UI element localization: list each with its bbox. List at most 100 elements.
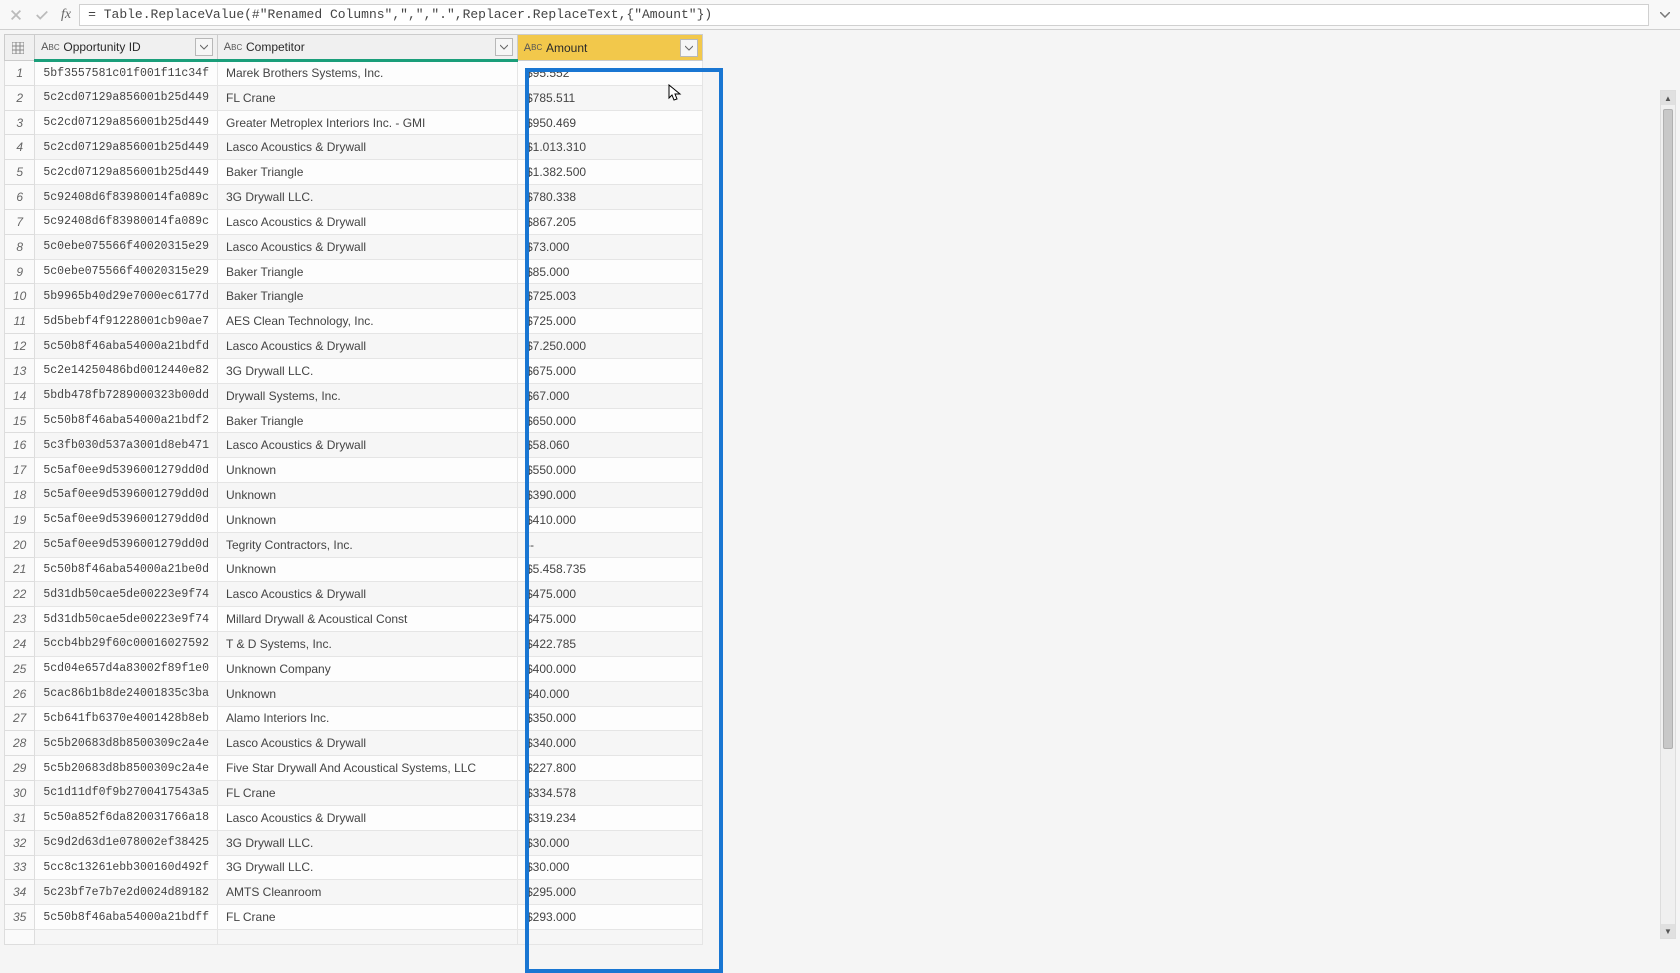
cell-opportunity-id[interactable]: 5d31db50cae5de00223e9f74 [35,582,218,607]
cell-amount[interactable]: $227.800 [518,756,703,781]
row-index[interactable]: 26 [5,681,35,706]
row-index[interactable]: 2 [5,85,35,110]
table-row[interactable]: 335cc8c13261ebb300160d492f3G Drywall LLC… [5,855,703,880]
table-row[interactable]: 15bf3557581c01f001f11c34fMarek Brothers … [5,61,703,86]
cell-competitor[interactable]: Baker Triangle [218,160,518,185]
row-index[interactable]: 20 [5,532,35,557]
cell-opportunity-id[interactable]: 5c5b20683d8b8500309c2a4e [35,756,218,781]
cell-competitor[interactable]: Unknown [218,507,518,532]
row-index[interactable]: 4 [5,135,35,160]
cell-amount[interactable]: $550.000 [518,458,703,483]
cell-competitor[interactable]: 3G Drywall LLC. [218,358,518,383]
table-row[interactable] [5,929,703,944]
cell-amount[interactable]: $675.000 [518,358,703,383]
cell-amount[interactable]: $5.458.735 [518,557,703,582]
cell-amount[interactable]: $293.000 [518,905,703,930]
cell-opportunity-id[interactable]: 5c2cd07129a856001b25d449 [35,85,218,110]
table-row[interactable]: 315c50a852f6da820031766a18Lasco Acoustic… [5,805,703,830]
cell-competitor[interactable]: Marek Brothers Systems, Inc. [218,61,518,86]
cell-opportunity-id[interactable]: 5c0ebe075566f40020315e29 [35,259,218,284]
row-index[interactable]: 10 [5,284,35,309]
cell-amount[interactable]: $400.000 [518,656,703,681]
cell-opportunity-id[interactable]: 5c2cd07129a856001b25d449 [35,135,218,160]
cell-opportunity-id[interactable]: 5cac86b1b8de24001835c3ba [35,681,218,706]
row-index[interactable]: 18 [5,483,35,508]
filter-dropdown-icon[interactable] [680,39,698,57]
cell-amount[interactable]: $1.382.500 [518,160,703,185]
cell-opportunity-id[interactable]: 5c9d2d63d1e078002ef38425 [35,830,218,855]
cell-amount[interactable]: $950.469 [518,110,703,135]
cell-opportunity-id[interactable]: 5c2e14250486bd0012440e82 [35,358,218,383]
cell-amount[interactable]: $410.000 [518,507,703,532]
cell-competitor[interactable]: FL Crane [218,85,518,110]
cell-competitor[interactable]: Alamo Interiors Inc. [218,706,518,731]
cell-opportunity-id[interactable]: 5c2cd07129a856001b25d449 [35,110,218,135]
row-index[interactable]: 16 [5,433,35,458]
cell-competitor[interactable]: Lasco Acoustics & Drywall [218,135,518,160]
cell-opportunity-id[interactable]: 5c5af0ee9d5396001279dd0d [35,532,218,557]
row-index[interactable]: 5 [5,160,35,185]
row-index[interactable]: 32 [5,830,35,855]
cell-amount[interactable]: $780.338 [518,185,703,210]
column-header-opportunity-id[interactable]: ABC Opportunity ID [35,35,218,61]
scroll-thumb[interactable] [1663,109,1673,749]
cell-competitor[interactable]: Five Star Drywall And Acoustical Systems… [218,756,518,781]
cell-opportunity-id[interactable]: 5c0ebe075566f40020315e29 [35,234,218,259]
cancel-formula-button[interactable] [5,4,27,26]
cell-amount[interactable]: $334.578 [518,781,703,806]
table-row[interactable]: 195c5af0ee9d5396001279dd0dUnknown$410.00… [5,507,703,532]
cell-amount[interactable]: $350.000 [518,706,703,731]
vertical-scrollbar[interactable]: ▲ ▼ [1660,90,1676,939]
table-row[interactable]: 105b9965b40d29e7000ec6177dBaker Triangle… [5,284,703,309]
cell-competitor[interactable]: Unknown [218,458,518,483]
row-index[interactable]: 9 [5,259,35,284]
row-index[interactable]: 12 [5,334,35,359]
row-index[interactable]: 28 [5,731,35,756]
cell-competitor[interactable]: Lasco Acoustics & Drywall [218,334,518,359]
row-index[interactable]: 35 [5,905,35,930]
table-row[interactable]: 25c2cd07129a856001b25d449FL Crane$785.51… [5,85,703,110]
cell-amount[interactable]: $85.000 [518,259,703,284]
cell-opportunity-id[interactable]: 5bf3557581c01f001f11c34f [35,61,218,86]
cell-competitor[interactable]: 3G Drywall LLC. [218,855,518,880]
cell-competitor[interactable]: AMTS Cleanroom [218,880,518,905]
table-row[interactable]: 235d31db50cae5de00223e9f74Millard Drywal… [5,607,703,632]
cell-amount[interactable]: $67.000 [518,383,703,408]
cell-amount[interactable]: $95.552 [518,61,703,86]
table-row[interactable]: 145bdb478fb7289000323b00ddDrywall System… [5,383,703,408]
cell-opportunity-id[interactable]: 5c92408d6f83980014fa089c [35,209,218,234]
cell-competitor[interactable]: Baker Triangle [218,408,518,433]
cell-competitor[interactable]: FL Crane [218,781,518,806]
table-row[interactable]: 45c2cd07129a856001b25d449Lasco Acoustics… [5,135,703,160]
cell-competitor[interactable]: Tegrity Contractors, Inc. [218,532,518,557]
row-index[interactable]: 14 [5,383,35,408]
row-index[interactable]: 29 [5,756,35,781]
cell-competitor[interactable]: Baker Triangle [218,284,518,309]
cell-amount[interactable] [518,929,703,944]
cell-opportunity-id[interactable]: 5c23bf7e7b7e2d0024d89182 [35,880,218,905]
cell-opportunity-id[interactable]: 5c50b8f46aba54000a21be0d [35,557,218,582]
table-row[interactable]: 165c3fb030d537a3001d8eb471Lasco Acoustic… [5,433,703,458]
row-index[interactable]: 27 [5,706,35,731]
table-row[interactable]: 185c5af0ee9d5396001279dd0dUnknown$390.00… [5,483,703,508]
cell-amount[interactable]: $390.000 [518,483,703,508]
cell-opportunity-id[interactable]: 5c50a852f6da820031766a18 [35,805,218,830]
cell-opportunity-id[interactable]: 5c1d11df0f9b2700417543a5 [35,781,218,806]
table-row[interactable]: 345c23bf7e7b7e2d0024d89182AMTS Cleanroom… [5,880,703,905]
cell-opportunity-id[interactable]: 5c3fb030d537a3001d8eb471 [35,433,218,458]
row-index[interactable]: 23 [5,607,35,632]
cell-amount[interactable]: $73.000 [518,234,703,259]
row-index[interactable]: 24 [5,632,35,657]
cell-competitor[interactable]: Lasco Acoustics & Drywall [218,805,518,830]
table-row[interactable]: 55c2cd07129a856001b25d449Baker Triangle$… [5,160,703,185]
cell-opportunity-id[interactable]: 5cd04e657d4a83002f89f1e0 [35,656,218,681]
cell-competitor[interactable]: Lasco Acoustics & Drywall [218,209,518,234]
cell-competitor[interactable]: Unknown [218,483,518,508]
cell-competitor[interactable] [218,929,518,944]
cell-opportunity-id[interactable]: 5c50b8f46aba54000a21bdff [35,905,218,930]
expand-formula-button[interactable] [1655,12,1675,18]
cell-amount[interactable]: $40.000 [518,681,703,706]
cell-opportunity-id[interactable] [35,929,218,944]
row-index[interactable]: 8 [5,234,35,259]
table-row[interactable]: 265cac86b1b8de24001835c3baUnknown$40.000 [5,681,703,706]
